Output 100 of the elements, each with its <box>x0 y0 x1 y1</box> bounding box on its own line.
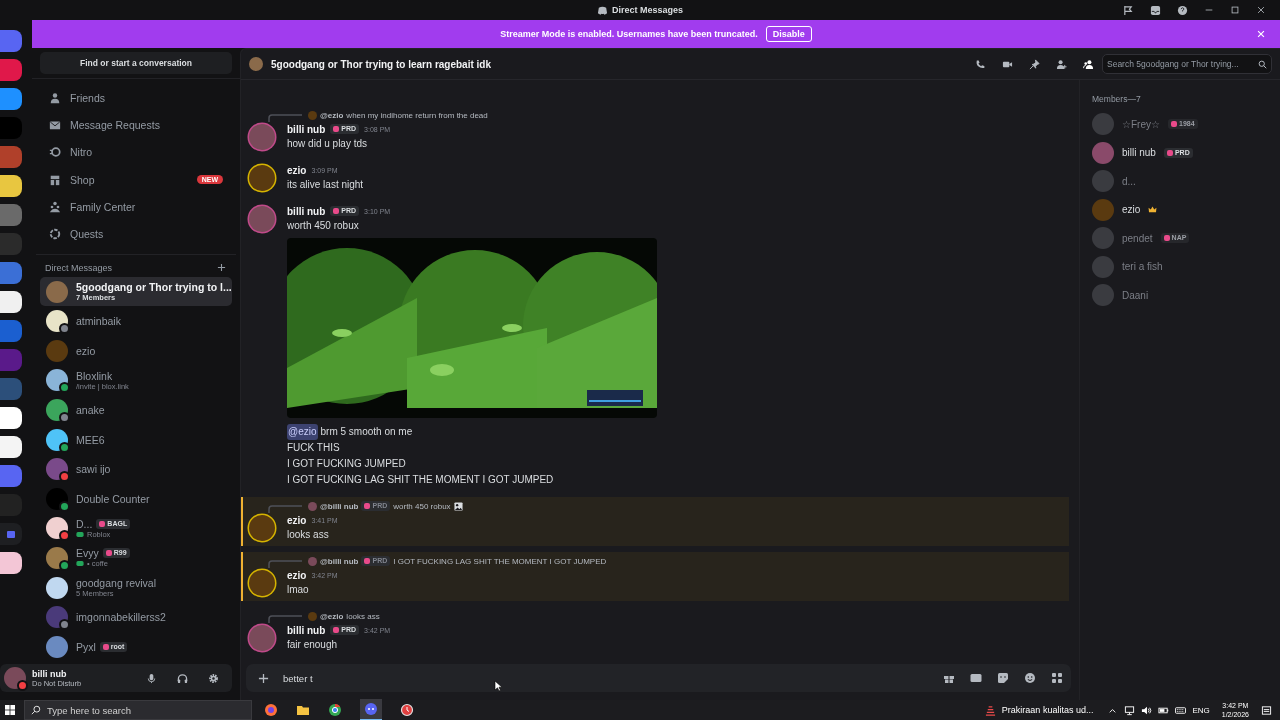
reply-text: looks ass <box>346 611 380 621</box>
discord-taskbar-button[interactable] <box>360 699 382 720</box>
group-avatar <box>249 57 263 71</box>
username: billi nub <box>32 668 68 679</box>
avatar <box>1092 113 1114 136</box>
nitro-icon <box>49 146 61 159</box>
message-author: billi nub <box>287 205 326 217</box>
plus-icon[interactable] <box>217 263 226 273</box>
nav-item[interactable]: Friends <box>44 84 228 112</box>
weather-text[interactable]: Prakiraan kualitas ud... <box>1001 705 1094 715</box>
member-name: pendet <box>1122 232 1153 244</box>
taskbar-search-input[interactable]: Type here to search <box>47 704 245 716</box>
emoji-icon[interactable] <box>1024 672 1036 684</box>
pin-icon[interactable] <box>1029 58 1040 70</box>
dm-item[interactable]: anake <box>40 395 232 425</box>
avatar <box>1092 198 1114 221</box>
nav-item[interactable]: Nitro <box>44 138 228 166</box>
dm-name: anake <box>76 403 105 416</box>
reply-spine <box>268 505 302 513</box>
microphone-icon[interactable] <box>146 672 157 684</box>
server-icon[interactable] <box>0 436 22 458</box>
folder-icon[interactable] <box>296 703 310 717</box>
phone-icon[interactable] <box>975 58 986 70</box>
dm-item[interactable]: imgonnabekillerss2 <box>40 602 232 632</box>
sticker-icon[interactable] <box>997 672 1009 684</box>
message-input[interactable]: better t <box>283 672 929 684</box>
dm-name: Double Counter <box>76 492 150 505</box>
flag-icon[interactable] <box>1123 4 1134 16</box>
nav-label: Quests <box>70 228 105 241</box>
plus-icon[interactable] <box>258 672 269 684</box>
dm-name: imgonnabekillerss2 <box>76 611 166 624</box>
member-item[interactable]: teri a fish <box>1092 252 1272 281</box>
network-icon[interactable] <box>1124 704 1136 716</box>
clock-icon[interactable] <box>400 703 414 717</box>
message-text: how did u play tds <box>287 137 368 151</box>
speaker-icon[interactable] <box>1141 704 1153 716</box>
inbox-icon[interactable] <box>1150 4 1161 16</box>
nav-label: Nitro <box>70 146 94 159</box>
discord-icon <box>364 702 378 716</box>
dm-item[interactable]: atminbaik <box>40 306 232 336</box>
firefox-icon[interactable] <box>264 703 278 717</box>
members-icon[interactable] <box>1083 58 1094 70</box>
member-name: ☆Frey☆ <box>1122 118 1160 130</box>
dm-item[interactable]: Double Counter <box>40 483 232 514</box>
tag-icon <box>105 550 112 557</box>
reply-text: when my indihome return from the dead <box>346 110 488 120</box>
tag-icon <box>1166 149 1173 156</box>
member-item[interactable]: ezio <box>1092 195 1272 224</box>
server-icon[interactable] <box>0 291 22 313</box>
close-icon[interactable] <box>1256 5 1266 15</box>
member-item[interactable]: Daani <box>1092 281 1272 310</box>
nav-item[interactable]: Family Center <box>44 193 228 221</box>
avatar <box>308 110 317 120</box>
avatar <box>249 625 275 651</box>
settings-icon[interactable] <box>208 672 219 684</box>
dm-name: ezio <box>76 344 96 357</box>
server-icon[interactable] <box>0 407 22 429</box>
server-icon[interactable] <box>0 88 22 110</box>
taskbar-search-bar[interactable]: Type here to search <box>24 700 252 720</box>
headphones-icon[interactable] <box>177 672 188 684</box>
add-person-icon[interactable] <box>1056 58 1067 70</box>
avatar <box>249 124 275 150</box>
banner-text: Streamer Mode is enabled. Usernames have been truncated. <box>500 29 758 39</box>
discord-home-icon[interactable] <box>0 30 22 52</box>
member-name: Daani <box>1122 289 1149 301</box>
avatar <box>46 398 68 421</box>
keyboard-icon[interactable] <box>1175 704 1187 716</box>
tag-icon <box>333 208 340 214</box>
server-icon[interactable] <box>0 552 22 574</box>
apps-icon[interactable] <box>1051 672 1063 684</box>
message-text: brm 5 smooth on me <box>320 425 413 439</box>
search-bar[interactable]: Search 5goodgang or Thor trying... <box>1102 54 1272 74</box>
windows-start-icon[interactable] <box>4 704 16 716</box>
dm-item[interactable]: sawi ijo <box>40 454 232 484</box>
message-composer[interactable]: better t <box>246 664 1071 692</box>
language-indicator[interactable]: ENG <box>1192 705 1210 715</box>
reply-author: @ezio <box>320 110 344 120</box>
nav-item[interactable]: Message Requests <box>44 111 228 139</box>
member-item[interactable]: d... <box>1092 167 1272 196</box>
avatar <box>1092 141 1114 164</box>
maximize-icon[interactable] <box>1230 5 1240 15</box>
help-icon[interactable] <box>1177 4 1188 16</box>
dm-name: goodgang revival <box>76 577 156 589</box>
tag-icon <box>1163 235 1170 242</box>
avatar <box>249 165 275 191</box>
nav-item[interactable]: Quests <box>44 220 228 248</box>
dm-item[interactable]: MEE6 <box>40 424 232 455</box>
avatar <box>308 611 317 621</box>
search-input[interactable]: Search 5goodgang or Thor trying... <box>1107 59 1256 69</box>
disable-button[interactable]: Disable <box>765 26 812 42</box>
chrome-icon[interactable] <box>328 703 342 717</box>
avatar <box>46 635 68 658</box>
find-conversation-button[interactable]: Find or start a conversation <box>40 52 232 74</box>
tag-icon <box>364 503 371 509</box>
message-author: billi nub <box>287 624 326 636</box>
quests-icon <box>49 228 61 241</box>
server-icon[interactable] <box>0 175 22 197</box>
user-mention[interactable]: @ezio <box>287 424 318 440</box>
dm-item[interactable]: ezio <box>40 335 232 366</box>
notification-icon[interactable] <box>1261 704 1272 716</box>
